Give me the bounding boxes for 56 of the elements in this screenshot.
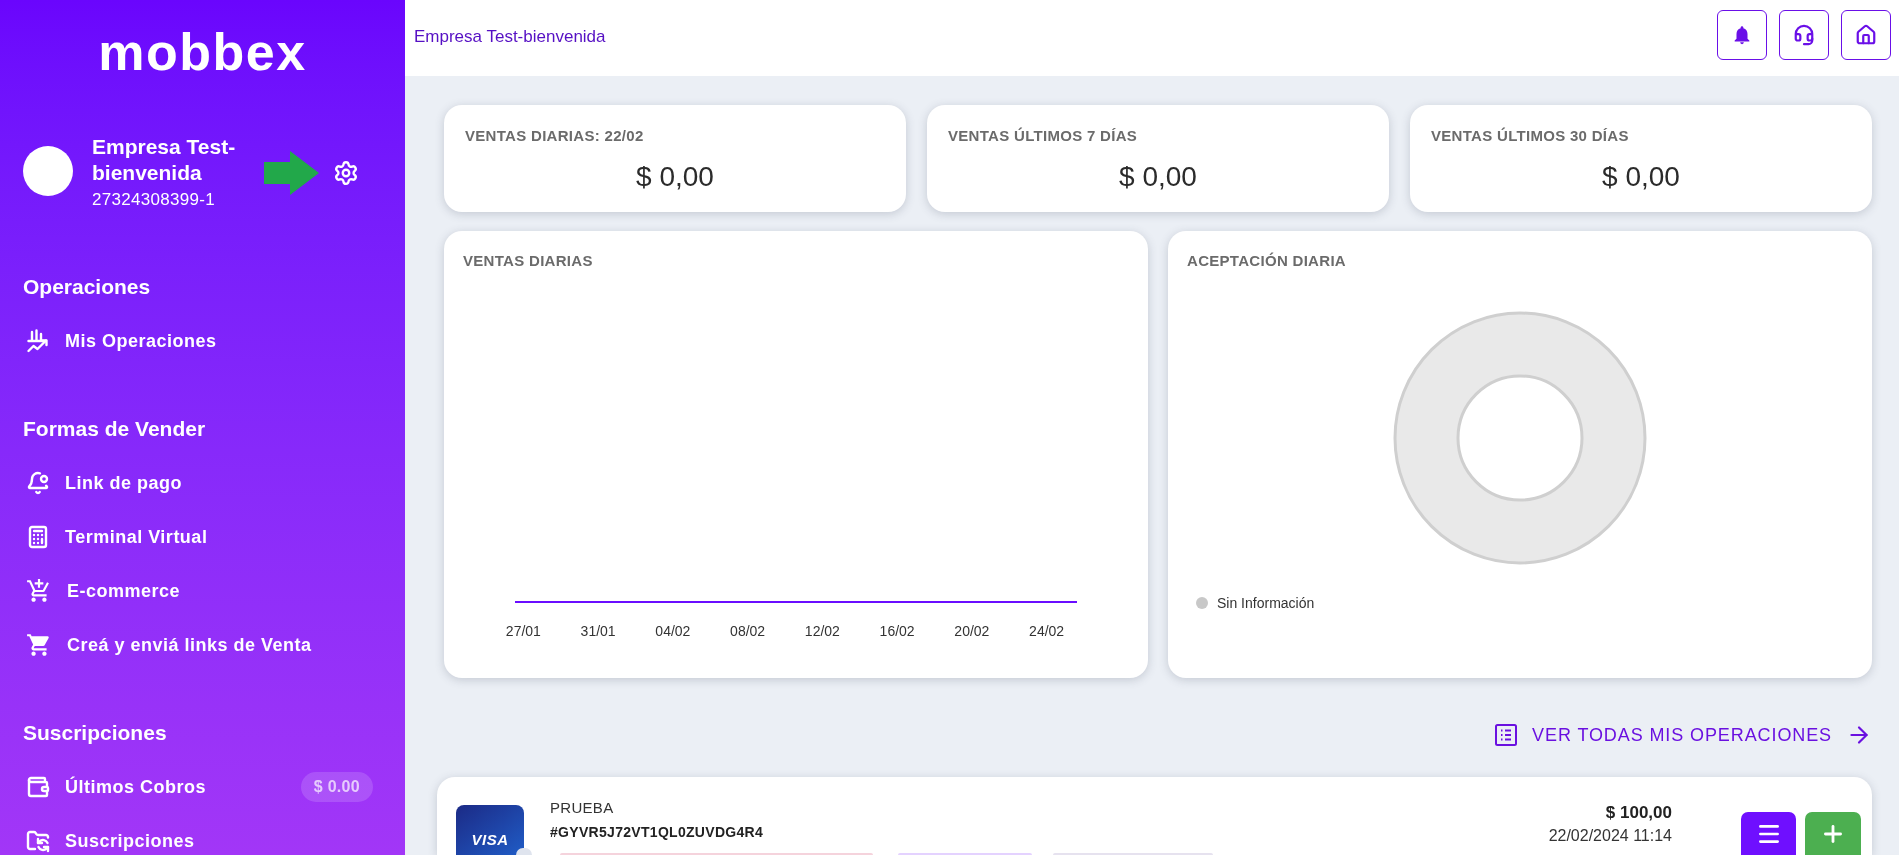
account-id: 27324308399-1: [92, 190, 217, 210]
card-brand-tile: VISA: [456, 805, 524, 855]
calculator-icon: [26, 525, 50, 549]
arrow-icon: [264, 151, 319, 195]
logo[interactable]: mobbex: [98, 22, 307, 82]
section-heading: Operaciones: [22, 274, 152, 300]
bell-dot-icon: [26, 471, 50, 495]
operation-amount: $ 100,00: [1605, 803, 1672, 823]
sidebar-item[interactable]: Suscripciones: [0, 829, 405, 853]
sidebar-item[interactable]: Mis Operaciones: [0, 329, 405, 353]
axis-label: 31/01: [580, 623, 616, 640]
support-button[interactable]: [1779, 10, 1829, 60]
cart-icon: [26, 632, 52, 658]
section-heading: Suscripciones: [22, 720, 168, 746]
operation-description: PRUEBA: [550, 799, 615, 817]
sidebar-item[interactable]: Creá y enviá links de Venta: [0, 633, 405, 657]
view-all-operations-link[interactable]: VER TODAS MIS OPERACIONES: [1495, 723, 1872, 747]
home-button[interactable]: [1841, 10, 1891, 60]
axis-label: 12/02: [804, 623, 840, 640]
axis-label: 24/02: [1029, 623, 1065, 640]
stat-title: VENTAS ÚLTIMOS 30 DÍAS: [1431, 127, 1630, 145]
axis-label: 04/02: [655, 623, 691, 640]
account-name: Empresa Test-bienvenida: [92, 134, 237, 186]
settings-icon: [333, 160, 359, 186]
chart-title: VENTAS DIARIAS: [462, 251, 594, 271]
house-icon: [1855, 24, 1877, 46]
sidebar-item[interactable]: Link de pago: [0, 471, 405, 495]
stat-title: VENTAS ÚLTIMOS 7 DÍAS: [948, 127, 1139, 145]
chart-title: ACEPTACIÓN DIARIA: [1186, 251, 1347, 271]
operation-id: #GYVR5J72VT1QL0ZUVDG4R4: [550, 823, 765, 841]
stat-title: VENTAS DIARIAS: 22/02: [465, 127, 645, 145]
axis-label: 27/01: [505, 623, 541, 640]
stat-value: $ 0,00: [636, 160, 714, 194]
cart-plus-icon: [26, 578, 52, 604]
axis-label: 16/02: [879, 623, 915, 640]
sidebar-item[interactable]: E-commerce: [0, 579, 405, 603]
axis-label: 08/02: [730, 623, 766, 640]
menu-button[interactable]: [1741, 812, 1796, 855]
amount-badge: $ 0.00: [300, 772, 373, 802]
wallet-icon: [26, 775, 50, 799]
axis-label: 20/02: [954, 623, 990, 640]
folder-sync-icon: [26, 829, 50, 853]
section-heading: Formas de Vender: [22, 416, 207, 442]
list-icon: [1495, 724, 1518, 746]
add-button[interactable]: [1805, 812, 1861, 855]
stat-value: $ 0,00: [1602, 160, 1680, 194]
notifications-button[interactable]: [1717, 10, 1767, 60]
sidebar-item[interactable]: Últimos Cobros $ 0.00: [0, 775, 405, 799]
page-title: Empresa Test-bienvenida: [414, 27, 606, 47]
sidebar-item[interactable]: Terminal Virtual: [0, 525, 405, 549]
settings-button[interactable]: [333, 160, 359, 186]
headset-icon: [1793, 24, 1815, 46]
legend-label: Sin Información: [1217, 594, 1315, 613]
stat-value: $ 0,00: [1119, 160, 1197, 194]
operation-date: 22/02/2024 11:14: [1548, 826, 1672, 846]
chart-icon: [26, 329, 50, 353]
